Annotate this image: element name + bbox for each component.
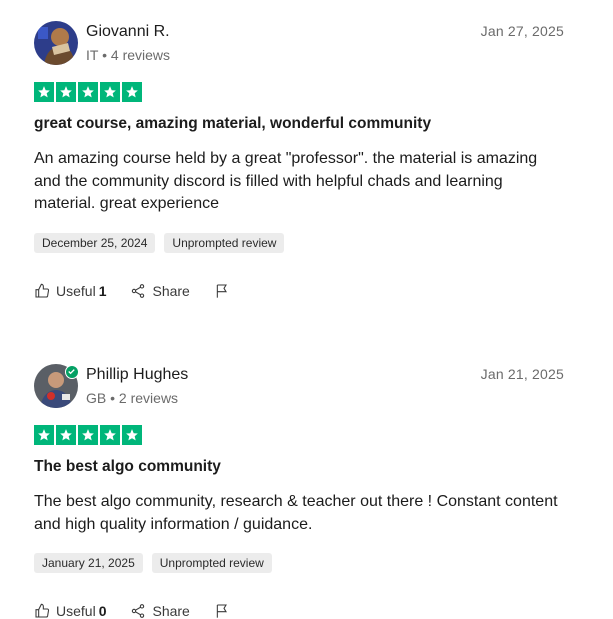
review-actions: Useful 0 Share — [34, 603, 254, 619]
share-icon — [130, 283, 146, 299]
useful-label: Useful 1 — [56, 283, 107, 299]
useful-count: 0 — [98, 603, 107, 619]
review-header: Giovanni R. IT • 4 reviews Jan 27, 2025 — [34, 21, 564, 67]
star-icon — [100, 82, 120, 102]
experience-date-badge: December 25, 2024 — [34, 233, 156, 253]
review-date: Jan 21, 2025 — [480, 366, 564, 382]
useful-count: 1 — [98, 283, 107, 299]
share-button[interactable]: Share — [130, 283, 190, 299]
reviewer-review-count: 2 reviews — [118, 390, 179, 406]
avatar[interactable] — [34, 21, 78, 65]
star-icon — [78, 82, 98, 102]
verified-check-icon — [65, 365, 79, 379]
share-icon — [130, 603, 146, 619]
share-label: Share — [152, 283, 190, 299]
review-actions: Useful 1 Share — [34, 283, 254, 299]
reviewer-meta: GB • 2 reviews — [86, 390, 178, 406]
review-body: An amazing course held by a great "profe… — [34, 150, 538, 212]
report-button[interactable] — [214, 603, 230, 619]
review-tags: December 25, 2024 Unprompted review — [34, 233, 285, 253]
star-icon — [122, 82, 142, 102]
review-title[interactable]: The best algo community — [34, 458, 221, 476]
report-button[interactable] — [214, 283, 230, 299]
star-icon — [56, 425, 76, 445]
flag-icon — [214, 603, 230, 619]
reviewer-name[interactable]: Phillip Hughes — [86, 366, 188, 384]
experience-date-badge: January 21, 2025 — [34, 553, 143, 573]
review-header: Phillip Hughes GB • 2 reviews Jan 21, 20… — [34, 364, 564, 410]
reviewer-country: GB — [86, 390, 107, 406]
review-tags: January 21, 2025 Unprompted review — [34, 553, 272, 573]
useful-label: Useful 0 — [56, 603, 107, 619]
meta-separator: • — [110, 390, 119, 406]
thumbs-up-icon — [34, 283, 50, 299]
star-icon — [56, 82, 76, 102]
unprompted-review-badge[interactable]: Unprompted review — [151, 553, 272, 573]
reviewer-name[interactable]: Giovanni R. — [86, 23, 170, 41]
review-date: Jan 27, 2025 — [480, 23, 564, 39]
star-icon — [122, 425, 142, 445]
meta-separator: • — [102, 47, 111, 63]
star-icon — [34, 82, 54, 102]
star-rating — [34, 82, 142, 102]
flag-icon — [214, 283, 230, 299]
unprompted-review-badge[interactable]: Unprompted review — [164, 233, 285, 253]
star-icon — [100, 425, 120, 445]
review-card: Phillip Hughes GB • 2 reviews Jan 21, 20… — [34, 364, 564, 619]
reviewer-review-count: 4 reviews — [110, 47, 171, 63]
review-card: Giovanni R. IT • 4 reviews Jan 27, 2025 … — [34, 21, 564, 299]
useful-button[interactable]: Useful 1 — [34, 283, 106, 299]
share-button[interactable]: Share — [130, 603, 190, 619]
reviewer-meta: IT • 4 reviews — [86, 47, 170, 63]
review-title[interactable]: great course, amazing material, wonderfu… — [34, 115, 431, 133]
useful-button[interactable]: Useful 0 — [34, 603, 106, 619]
star-rating — [34, 425, 142, 445]
share-label: Share — [152, 603, 190, 619]
reviewer-country: IT — [86, 47, 99, 63]
star-icon — [34, 425, 54, 445]
thumbs-up-icon — [34, 603, 50, 619]
star-icon — [78, 425, 98, 445]
review-body: The best algo community, research & teac… — [34, 493, 558, 533]
